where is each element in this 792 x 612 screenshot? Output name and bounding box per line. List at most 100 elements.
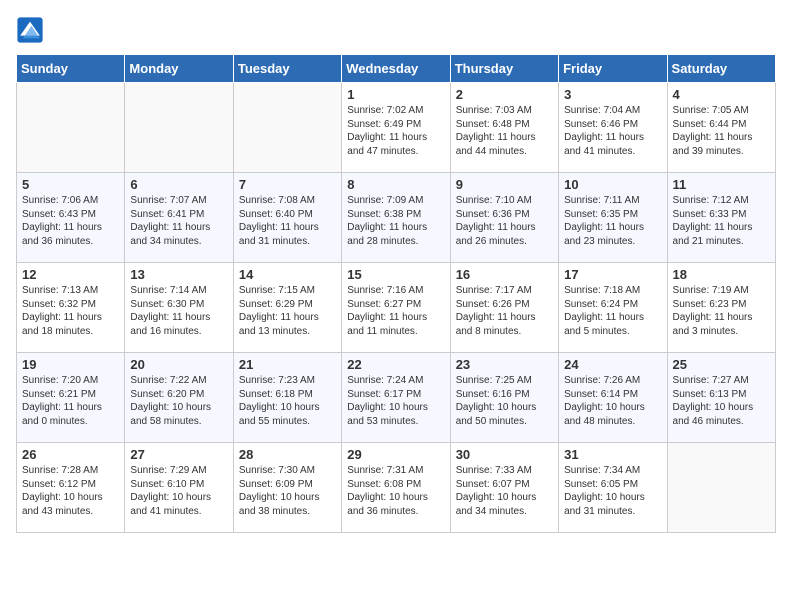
day-number: 2	[456, 87, 553, 102]
day-cell: 6Sunrise: 7:07 AM Sunset: 6:41 PM Daylig…	[125, 173, 233, 263]
day-number: 31	[564, 447, 661, 462]
day-info: Sunrise: 7:24 AM Sunset: 6:17 PM Dayligh…	[347, 374, 444, 428]
day-number: 10	[564, 177, 661, 192]
calendar-body: 1 Sunrise: 7:02 AM Sunset: 6:49 PM Daylig…	[17, 83, 776, 533]
day-cell: 22 Sunrise: 7:24 AM Sunset: 6:17 PM Dayli…	[342, 353, 450, 443]
day-cell: 21Sunrise: 7:23 AM Sunset: 6:18 PM Dayli…	[233, 353, 341, 443]
day-info: Sunrise: 7:14 AM Sunset: 6:30 PM Dayligh…	[130, 284, 227, 338]
day-number: 7	[239, 177, 336, 192]
day-number: 20	[130, 357, 227, 372]
day-cell: 4 Sunrise: 7:05 AM Sunset: 6:44 PM Daylig…	[667, 83, 775, 173]
day-info: Sunrise: 7:11 AM Sunset: 6:35 PM Dayligh…	[564, 194, 661, 248]
day-cell: 24Sunrise: 7:26 AM Sunset: 6:14 PM Dayli…	[559, 353, 667, 443]
day-number: 30	[456, 447, 553, 462]
day-info: Sunrise: 7:19 AM Sunset: 6:23 PM Dayligh…	[673, 284, 770, 338]
day-info: Sunrise: 7:13 AM Sunset: 6:32 PM Dayligh…	[22, 284, 119, 338]
day-cell: 1 Sunrise: 7:02 AM Sunset: 6:49 PM Daylig…	[342, 83, 450, 173]
day-cell	[125, 83, 233, 173]
day-info: Sunrise: 7:09 AM Sunset: 6:38 PM Dayligh…	[347, 194, 444, 248]
day-number: 27	[130, 447, 227, 462]
day-info: Sunrise: 7:18 AM Sunset: 6:24 PM Dayligh…	[564, 284, 661, 338]
day-info: Sunrise: 7:22 AM Sunset: 6:20 PM Dayligh…	[130, 374, 227, 428]
day-cell: 30 Sunrise: 7:33 AM Sunset: 6:07 PM Dayli…	[450, 443, 558, 533]
day-cell: 9 Sunrise: 7:10 AM Sunset: 6:36 PM Daylig…	[450, 173, 558, 263]
week-row-5: 26 Sunrise: 7:28 AM Sunset: 6:12 PM Dayli…	[17, 443, 776, 533]
day-cell: 8 Sunrise: 7:09 AM Sunset: 6:38 PM Daylig…	[342, 173, 450, 263]
day-cell: 14 Sunrise: 7:15 AM Sunset: 6:29 PM Dayli…	[233, 263, 341, 353]
calendar-header: SundayMondayTuesdayWednesdayThursdayFrid…	[17, 55, 776, 83]
day-cell: 3 Sunrise: 7:04 AM Sunset: 6:46 PM Daylig…	[559, 83, 667, 173]
day-info: Sunrise: 7:02 AM Sunset: 6:49 PM Dayligh…	[347, 104, 444, 158]
day-cell	[667, 443, 775, 533]
day-info: Sunrise: 7:10 AM Sunset: 6:36 PM Dayligh…	[456, 194, 553, 248]
day-info: Sunrise: 7:06 AM Sunset: 6:43 PM Dayligh…	[22, 194, 119, 248]
day-info: Sunrise: 7:33 AM Sunset: 6:07 PM Dayligh…	[456, 464, 553, 518]
header-cell-wednesday: Wednesday	[342, 55, 450, 83]
day-number: 3	[564, 87, 661, 102]
week-row-3: 12 Sunrise: 7:13 AM Sunset: 6:32 PM Dayli…	[17, 263, 776, 353]
day-info: Sunrise: 7:05 AM Sunset: 6:44 PM Dayligh…	[673, 104, 770, 158]
day-cell: 11 Sunrise: 7:12 AM Sunset: 6:33 PM Dayli…	[667, 173, 775, 263]
day-info: Sunrise: 7:30 AM Sunset: 6:09 PM Dayligh…	[239, 464, 336, 518]
day-number: 22	[347, 357, 444, 372]
day-info: Sunrise: 7:25 AM Sunset: 6:16 PM Dayligh…	[456, 374, 553, 428]
day-number: 17	[564, 267, 661, 282]
day-number: 6	[130, 177, 227, 192]
day-cell: 31 Sunrise: 7:34 AM Sunset: 6:05 PM Dayli…	[559, 443, 667, 533]
day-info: Sunrise: 7:12 AM Sunset: 6:33 PM Dayligh…	[673, 194, 770, 248]
day-info: Sunrise: 7:34 AM Sunset: 6:05 PM Dayligh…	[564, 464, 661, 518]
header-cell-tuesday: Tuesday	[233, 55, 341, 83]
day-cell: 10 Sunrise: 7:11 AM Sunset: 6:35 PM Dayli…	[559, 173, 667, 263]
header-cell-thursday: Thursday	[450, 55, 558, 83]
day-cell: 27 Sunrise: 7:29 AM Sunset: 6:10 PM Dayli…	[125, 443, 233, 533]
day-number: 11	[673, 177, 770, 192]
day-cell: 18Sunrise: 7:19 AM Sunset: 6:23 PM Dayli…	[667, 263, 775, 353]
day-cell: 16 Sunrise: 7:17 AM Sunset: 6:26 PM Dayli…	[450, 263, 558, 353]
day-cell: 20 Sunrise: 7:22 AM Sunset: 6:20 PM Dayli…	[125, 353, 233, 443]
day-info: Sunrise: 7:16 AM Sunset: 6:27 PM Dayligh…	[347, 284, 444, 338]
logo	[16, 16, 48, 44]
day-cell	[233, 83, 341, 173]
day-info: Sunrise: 7:23 AM Sunset: 6:18 PM Dayligh…	[239, 374, 336, 428]
day-number: 8	[347, 177, 444, 192]
header-cell-friday: Friday	[559, 55, 667, 83]
day-number: 25	[673, 357, 770, 372]
day-number: 16	[456, 267, 553, 282]
day-number: 9	[456, 177, 553, 192]
day-cell: 19Sunrise: 7:20 AM Sunset: 6:21 PM Dayli…	[17, 353, 125, 443]
day-cell: 12 Sunrise: 7:13 AM Sunset: 6:32 PM Dayli…	[17, 263, 125, 353]
day-number: 12	[22, 267, 119, 282]
day-cell: 26 Sunrise: 7:28 AM Sunset: 6:12 PM Dayli…	[17, 443, 125, 533]
header-cell-sunday: Sunday	[17, 55, 125, 83]
week-row-2: 5Sunrise: 7:06 AM Sunset: 6:43 PM Daylig…	[17, 173, 776, 263]
day-info: Sunrise: 7:29 AM Sunset: 6:10 PM Dayligh…	[130, 464, 227, 518]
day-info: Sunrise: 7:28 AM Sunset: 6:12 PM Dayligh…	[22, 464, 119, 518]
day-cell: 17 Sunrise: 7:18 AM Sunset: 6:24 PM Dayli…	[559, 263, 667, 353]
day-number: 19	[22, 357, 119, 372]
day-info: Sunrise: 7:31 AM Sunset: 6:08 PM Dayligh…	[347, 464, 444, 518]
day-cell: 25 Sunrise: 7:27 AM Sunset: 6:13 PM Dayli…	[667, 353, 775, 443]
week-row-4: 19Sunrise: 7:20 AM Sunset: 6:21 PM Dayli…	[17, 353, 776, 443]
day-cell: 23Sunrise: 7:25 AM Sunset: 6:16 PM Dayli…	[450, 353, 558, 443]
day-number: 4	[673, 87, 770, 102]
day-info: Sunrise: 7:17 AM Sunset: 6:26 PM Dayligh…	[456, 284, 553, 338]
day-info: Sunrise: 7:03 AM Sunset: 6:48 PM Dayligh…	[456, 104, 553, 158]
day-info: Sunrise: 7:15 AM Sunset: 6:29 PM Dayligh…	[239, 284, 336, 338]
day-cell: 5Sunrise: 7:06 AM Sunset: 6:43 PM Daylig…	[17, 173, 125, 263]
day-info: Sunrise: 7:04 AM Sunset: 6:46 PM Dayligh…	[564, 104, 661, 158]
week-row-1: 1 Sunrise: 7:02 AM Sunset: 6:49 PM Daylig…	[17, 83, 776, 173]
day-cell: 2 Sunrise: 7:03 AM Sunset: 6:48 PM Daylig…	[450, 83, 558, 173]
day-cell	[17, 83, 125, 173]
day-cell: 28 Sunrise: 7:30 AM Sunset: 6:09 PM Dayli…	[233, 443, 341, 533]
day-number: 1	[347, 87, 444, 102]
page-header	[16, 16, 776, 44]
day-number: 13	[130, 267, 227, 282]
day-number: 26	[22, 447, 119, 462]
day-cell: 15Sunrise: 7:16 AM Sunset: 6:27 PM Dayli…	[342, 263, 450, 353]
header-cell-monday: Monday	[125, 55, 233, 83]
header-row: SundayMondayTuesdayWednesdayThursdayFrid…	[17, 55, 776, 83]
day-cell: 13 Sunrise: 7:14 AM Sunset: 6:30 PM Dayli…	[125, 263, 233, 353]
day-number: 14	[239, 267, 336, 282]
day-number: 28	[239, 447, 336, 462]
day-info: Sunrise: 7:27 AM Sunset: 6:13 PM Dayligh…	[673, 374, 770, 428]
